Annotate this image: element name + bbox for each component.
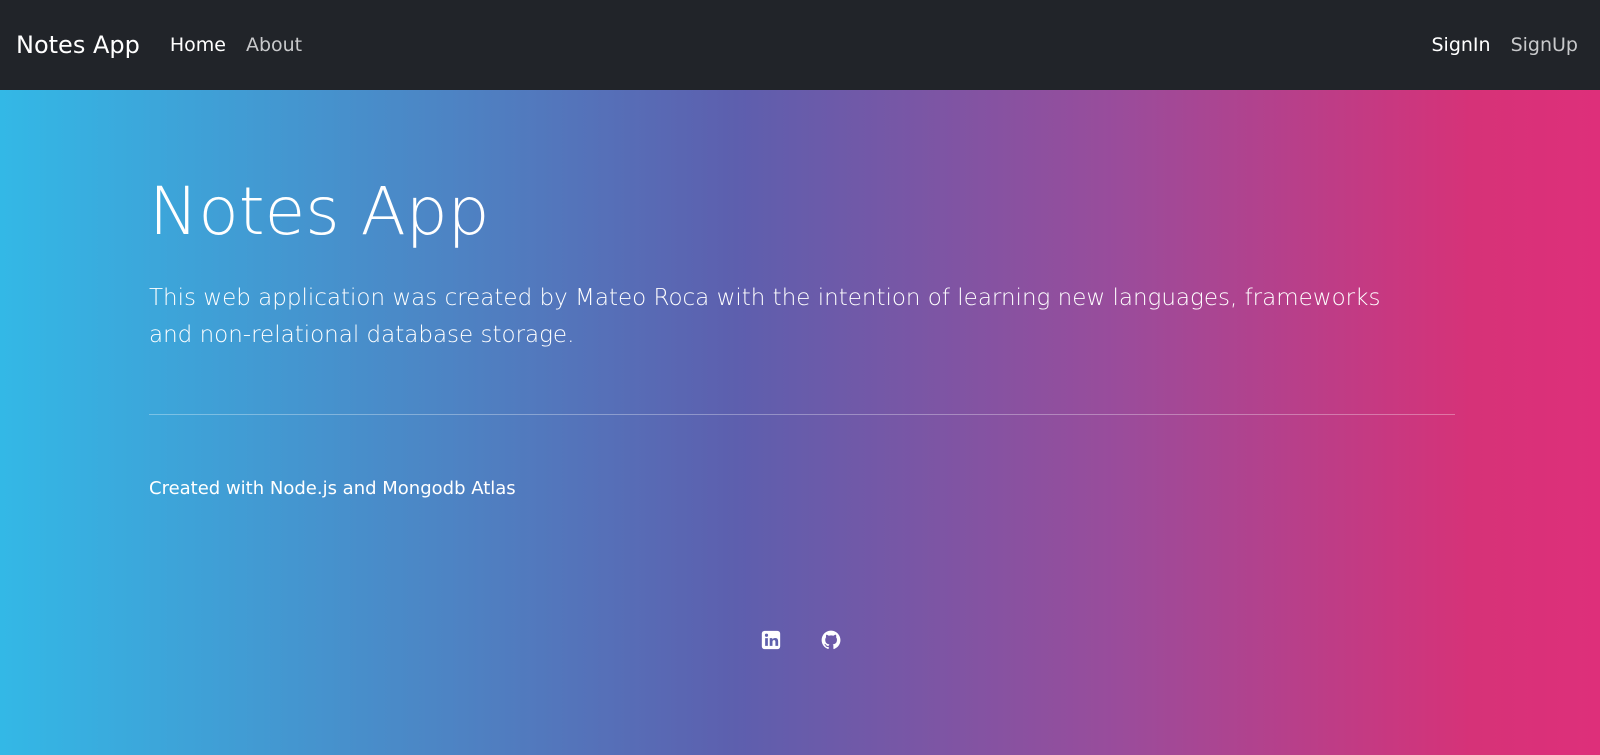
linkedin-icon[interactable] bbox=[760, 629, 782, 651]
hero-section: Notes App This web application was creat… bbox=[0, 90, 1600, 755]
hero-credit: Created with Node.js and Mongodb Atlas bbox=[149, 478, 516, 499]
hero-title: Notes App bbox=[149, 173, 490, 250]
nav-signup-link[interactable]: SignUp bbox=[1511, 34, 1578, 56]
github-icon[interactable] bbox=[820, 629, 842, 651]
brand-link[interactable]: Notes App bbox=[16, 31, 140, 59]
nav-right: SignIn SignUp bbox=[1431, 34, 1584, 56]
hero-lead: This web application was created by Mate… bbox=[149, 285, 1381, 348]
nav-home-link[interactable]: Home bbox=[170, 34, 226, 56]
nav-signin-link[interactable]: SignIn bbox=[1431, 34, 1490, 56]
nav-about-link[interactable]: About bbox=[246, 34, 302, 56]
social-links bbox=[760, 629, 842, 651]
navbar: Notes App Home About SignIn SignUp bbox=[0, 0, 1600, 90]
nav-left: Home About bbox=[170, 34, 322, 56]
hero-divider bbox=[149, 414, 1455, 415]
